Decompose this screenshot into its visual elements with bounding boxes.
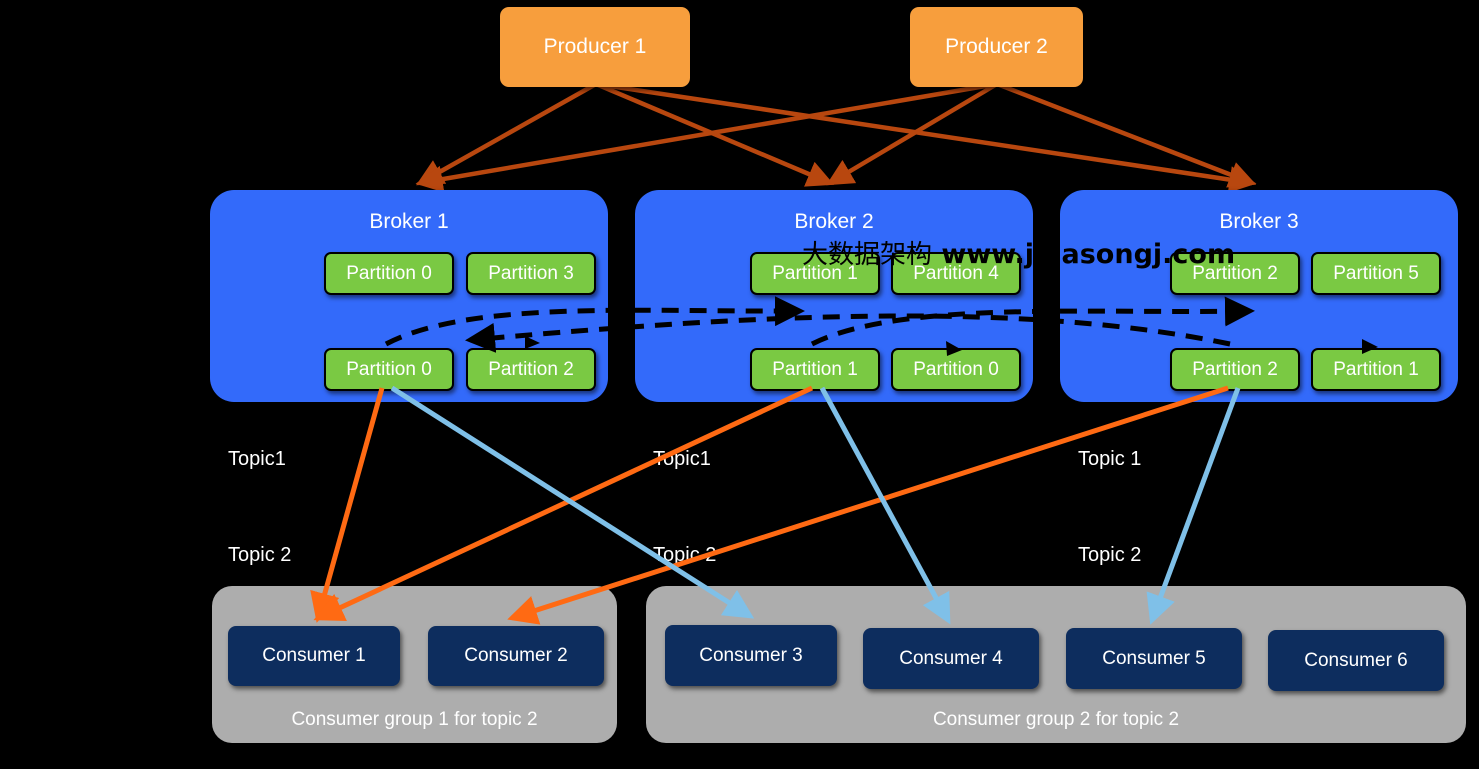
broker-2-topic2-partition-0[interactable]: Partition 0 <box>891 348 1021 391</box>
broker-3-topic1-partition-5[interactable]: Partition 5 <box>1311 252 1441 295</box>
consumer-group-1-arrows <box>310 385 1229 625</box>
broker-1-topic2-partition-0[interactable]: Partition 0 <box>324 348 454 391</box>
broker-3-topic2-partition-1[interactable]: Partition 1 <box>1311 348 1441 391</box>
broker-3-topic1-label: Topic 1 <box>1078 448 1142 470</box>
partition-label: Partition 5 <box>1333 262 1419 284</box>
consumer-6[interactable]: Consumer 6 <box>1268 630 1444 691</box>
producer-2-label: Producer 2 <box>945 35 1048 58</box>
consumer-label: Consumer 6 <box>1304 649 1408 671</box>
consumer-label: Consumer 3 <box>699 644 803 666</box>
producer-1[interactable]: Producer 1 <box>500 7 690 87</box>
kafka-architecture-diagram: Producer 1 Producer 2 Broker 1 Topic1 To… <box>0 0 1479 769</box>
broker-3-topic2-partition-2[interactable]: Partition 2 <box>1170 348 1300 391</box>
consumer-3[interactable]: Consumer 3 <box>665 625 837 686</box>
consumer-label: Consumer 4 <box>899 647 1003 669</box>
broker-1-topic1-partition-3[interactable]: Partition 3 <box>466 252 596 295</box>
arrow-b3p2-to-consumer-2 <box>507 385 1229 625</box>
partition-label: Partition 0 <box>346 358 432 380</box>
partition-label: Partition 0 <box>913 358 999 380</box>
broker-1-topic1-partition-0[interactable]: Partition 0 <box>324 252 454 295</box>
producer-2-arrows <box>415 81 1257 193</box>
partition-label: Partition 3 <box>488 262 574 284</box>
watermark-cn-text: 大数据架构 <box>802 240 933 270</box>
arrow-b2p1-to-consumer-1 <box>313 385 814 622</box>
broker-3-topic2-label: Topic 2 <box>1078 544 1142 566</box>
broker-1-topic2-partition-2[interactable]: Partition 2 <box>466 348 596 391</box>
consumer-2[interactable]: Consumer 2 <box>428 626 604 686</box>
partition-label: Partition 2 <box>488 358 574 380</box>
partition-label: Partition 2 <box>1192 358 1278 380</box>
broker-2-topic1-label: Topic1 <box>653 448 711 470</box>
consumer-label: Consumer 1 <box>262 645 366 666</box>
consumer-1[interactable]: Consumer 1 <box>228 626 400 686</box>
arrow-b1p0-to-consumer-3 <box>390 385 755 619</box>
broker-2-topic2-label: Topic 2 <box>653 544 717 566</box>
broker-1-topic1-label: Topic1 <box>228 448 286 470</box>
broker-1-title: Broker 1 <box>369 210 449 233</box>
producer-1-arrows <box>416 81 1257 193</box>
partition-label: Partition 0 <box>346 262 432 284</box>
producer-2[interactable]: Producer 2 <box>910 7 1083 87</box>
broker-2-title: Broker 2 <box>794 210 874 233</box>
broker-3-title: Broker 3 <box>1219 210 1299 233</box>
watermark-url-text: www.jiaasongj.com <box>941 239 1236 270</box>
consumer-label: Consumer 5 <box>1102 647 1206 669</box>
consumer-group-2-label: Consumer group 2 for topic 2 <box>932 709 1180 730</box>
arrow-b1p0-to-consumer-1 <box>310 387 385 623</box>
broker-2-topic2-partition-1[interactable]: Partition 1 <box>750 348 880 391</box>
watermark: 大数据架构 www.jiaasongj.com <box>802 234 1235 271</box>
partition-label: Partition 1 <box>1333 358 1419 380</box>
consumer-label: Consumer 2 <box>464 645 568 666</box>
producer-1-label: Producer 1 <box>543 35 647 58</box>
partition-label: Partition 1 <box>772 358 858 380</box>
consumer-group-1-label: Consumer group 1 for topic 2 <box>291 709 538 730</box>
consumer-4[interactable]: Consumer 4 <box>863 628 1039 689</box>
consumer-5[interactable]: Consumer 5 <box>1066 628 1242 689</box>
broker-1-topic2-label: Topic 2 <box>228 544 292 566</box>
